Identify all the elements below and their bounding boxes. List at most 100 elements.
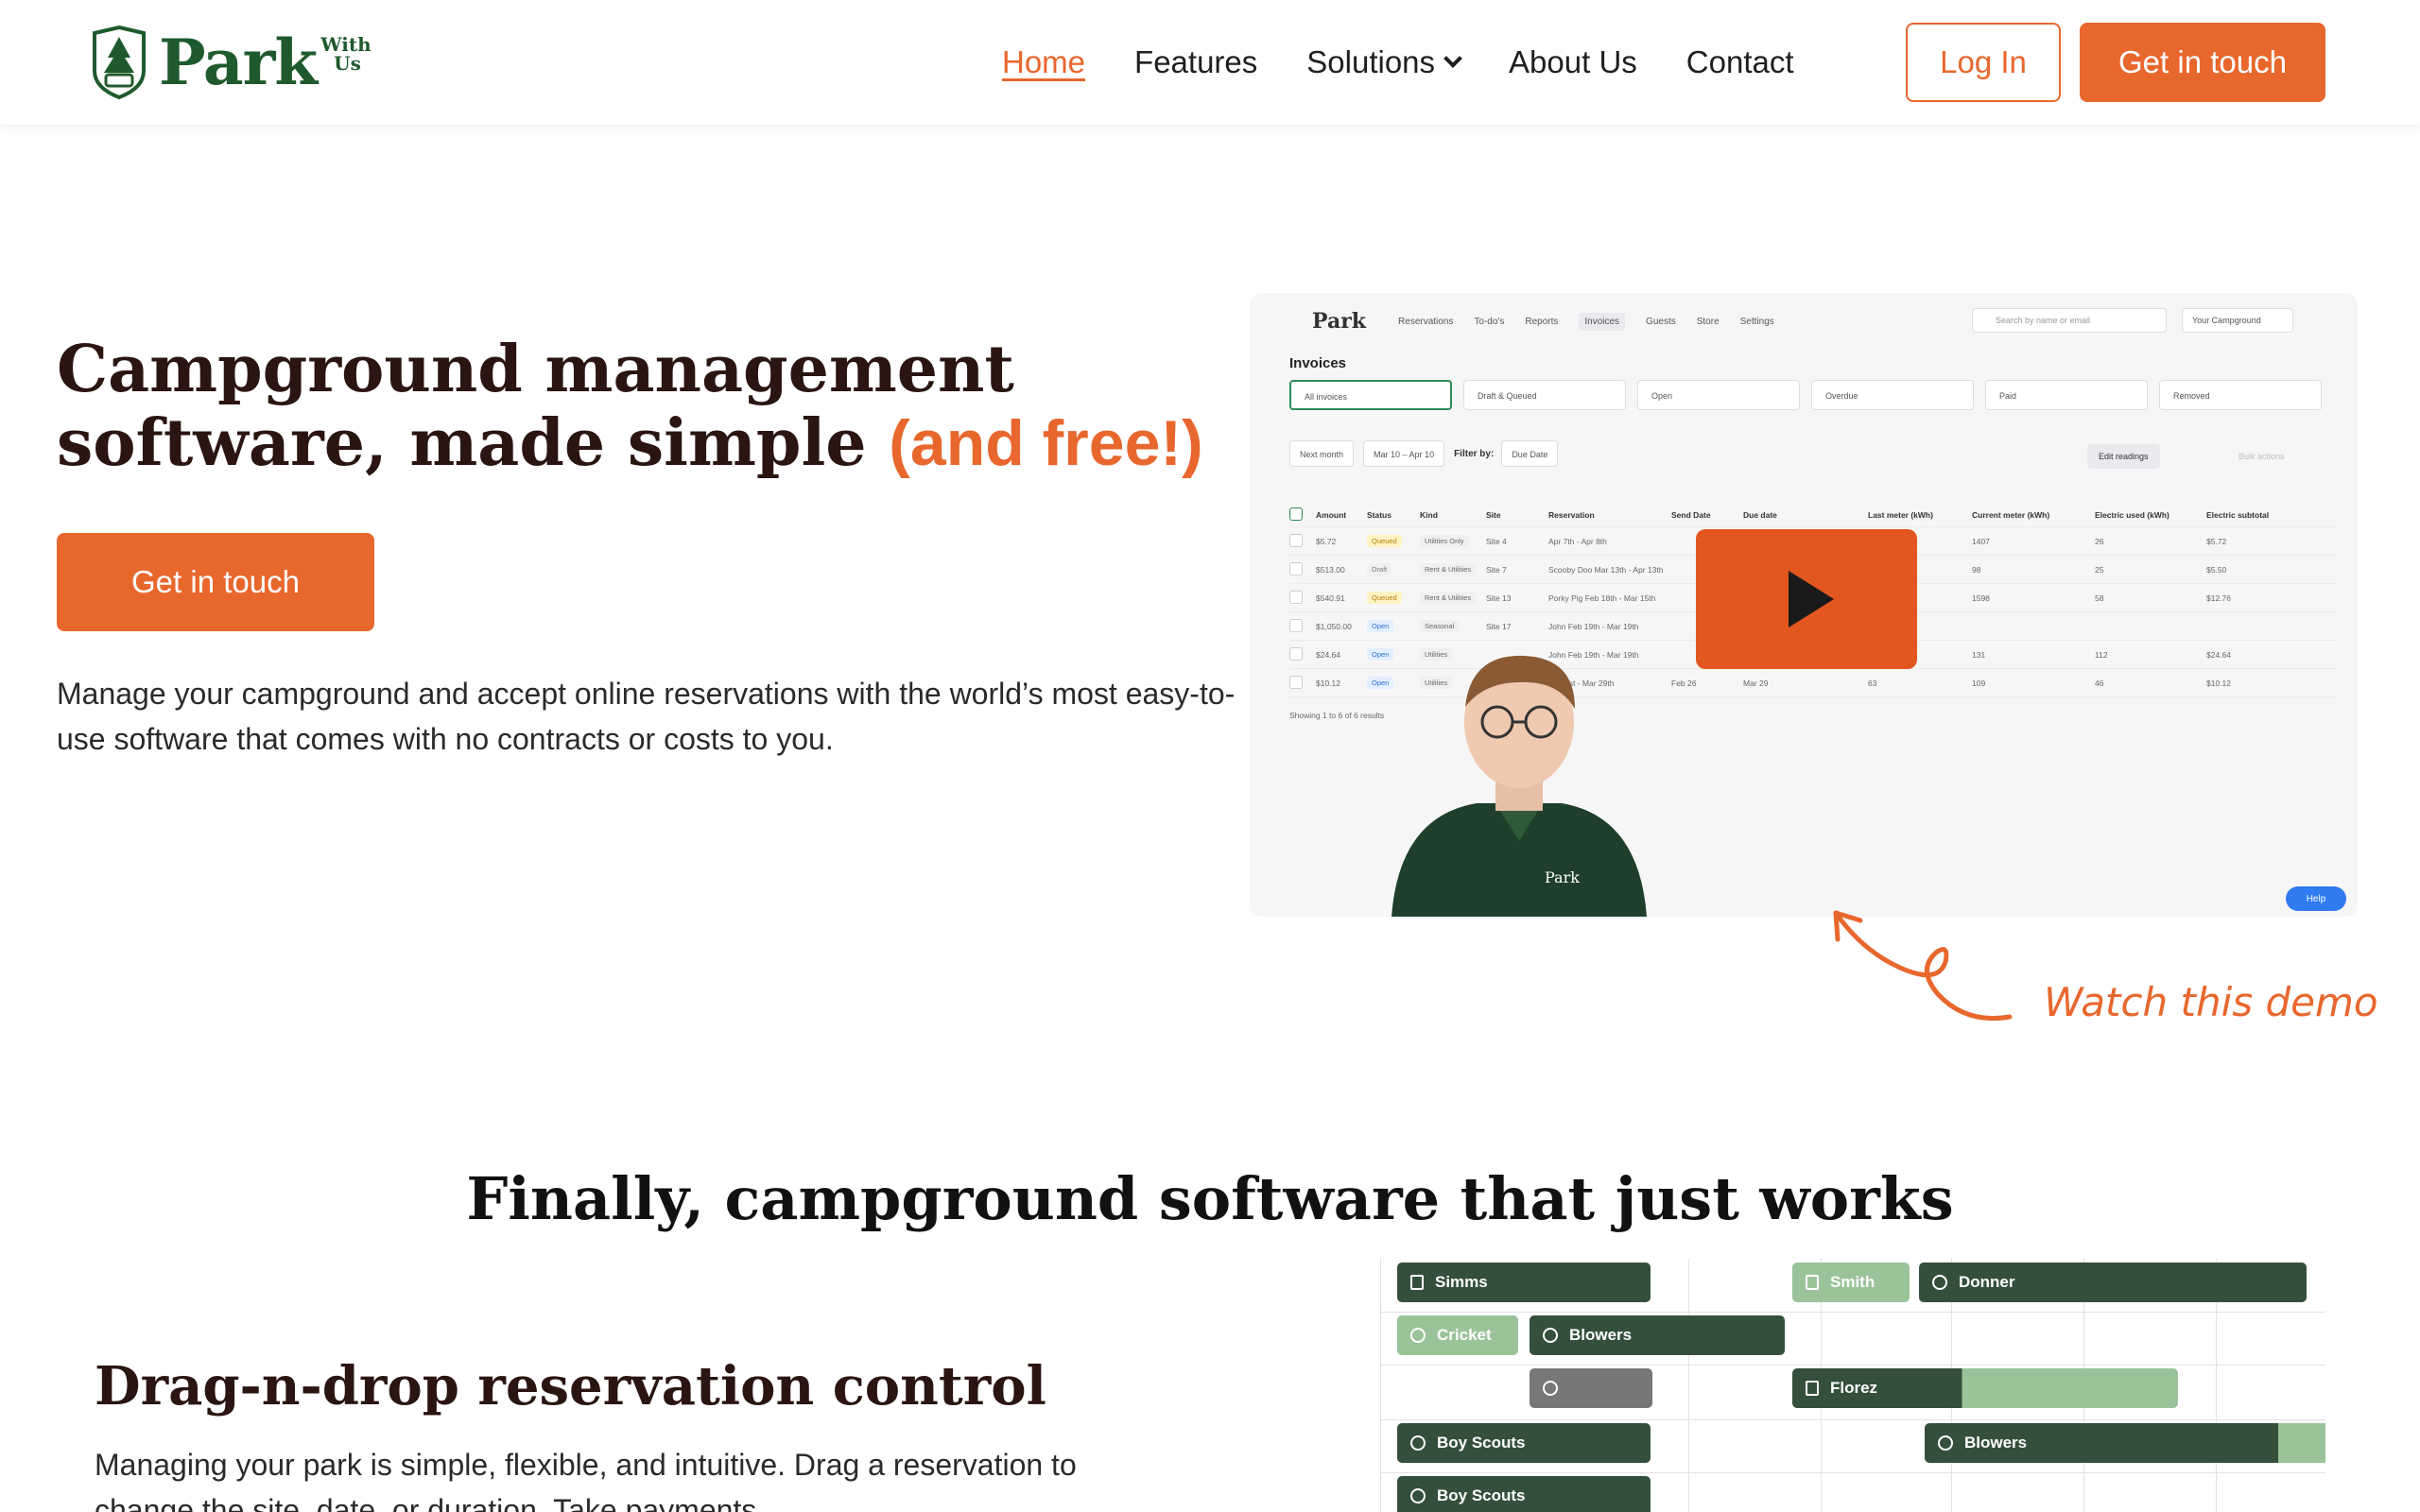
reservation-bar[interactable]: [1530, 1368, 1652, 1408]
nav-about[interactable]: About Us: [1509, 44, 1637, 80]
bar-label: Cricket: [1437, 1326, 1492, 1344]
filter: Paid: [1985, 380, 2148, 410]
invoices-title: Invoices: [1289, 355, 1347, 371]
table-cell: 26: [2095, 536, 2104, 546]
nav-features[interactable]: Features: [1134, 44, 1257, 80]
bar-label: Donner: [1959, 1273, 2015, 1291]
table-cell: 63: [1868, 678, 1877, 688]
bar-label: Blowers: [1964, 1434, 2028, 1452]
table-cell: $513.00: [1316, 564, 1345, 575]
checkbox: [1289, 533, 1303, 547]
col-header: Send Date: [1671, 509, 1711, 520]
reservation-bar[interactable]: Florez: [1792, 1368, 2178, 1408]
reservation-bar[interactable]: Smith: [1792, 1263, 1910, 1302]
table-cell: 1598: [1972, 593, 1990, 603]
col-header: Due date: [1743, 509, 1777, 520]
col-header: Reservation: [1548, 509, 1595, 520]
globe-icon: [1543, 1328, 1558, 1343]
results-count: Showing 1 to 6 of 6 results: [1289, 711, 1385, 720]
app-tab: Invoices: [1579, 312, 1626, 331]
grid-line: [1380, 1419, 2325, 1420]
park-logo-icon: [93, 26, 146, 99]
logo-wordmark: Park: [159, 26, 318, 99]
filter-by-label: Filter by:: [1454, 449, 1495, 459]
bar-label: Blowers: [1569, 1326, 1633, 1344]
nav-solutions[interactable]: Solutions: [1306, 44, 1462, 80]
table-cell: $5.50: [2206, 564, 2227, 575]
checkbox: [1289, 507, 1303, 521]
col-header: Kind: [1420, 509, 1438, 520]
bulk-actions: Bulk actions: [2238, 452, 2285, 461]
reservation-calendar: Simms Smith Donner Cricket Blowers Flore…: [1380, 1259, 2325, 1512]
checkbox: [1289, 618, 1303, 632]
table-cell: Porky Pig Feb 18th - Mar 15th: [1548, 593, 1656, 603]
play-button[interactable]: [1696, 529, 1917, 669]
group-icon: [1410, 1435, 1426, 1451]
nav-get-in-touch-button[interactable]: Get in touch: [2080, 23, 2325, 102]
hero-title: Campground management software, made sim…: [57, 333, 1248, 480]
document-icon: [1806, 1381, 1819, 1396]
table-cell: Apr 7th - Apr 8th: [1548, 536, 1607, 546]
play-icon: [1789, 571, 1834, 627]
checkbox: [1289, 561, 1303, 576]
globe-icon: [1932, 1275, 1947, 1290]
demo-video[interactable]: Park Reservations To-do's Reports Invoic…: [1250, 293, 2358, 917]
nav-contact[interactable]: Contact: [1686, 44, 1794, 80]
col-header: Electric subtotal: [2206, 509, 2270, 520]
col-header: Status: [1367, 509, 1392, 520]
blocked-icon: [1543, 1381, 1558, 1396]
filter: Overdue: [1811, 380, 1974, 410]
bar-label: Boy Scouts: [1437, 1486, 1526, 1504]
table-cell: $24.64: [2206, 649, 2231, 660]
grid-line: [1688, 1259, 1689, 1512]
app-campground-select: Your Campground: [2182, 308, 2293, 333]
reservation-bar[interactable]: Simms: [1397, 1263, 1651, 1302]
grid-line: [1380, 1472, 2325, 1473]
app-tab: Store: [1696, 316, 1720, 327]
hero-get-in-touch-button[interactable]: Get in touch: [57, 533, 374, 631]
logo-tagline: With Us: [320, 35, 372, 73]
group-icon: [1410, 1488, 1426, 1503]
table-cell: Feb 26: [1671, 678, 1697, 688]
table-cell: Scooby Doo Mar 13th - Apr 13th: [1548, 564, 1664, 575]
reservation-bar[interactable]: Boy Scouts: [1397, 1423, 1651, 1463]
table-cell: 131: [1972, 649, 1986, 660]
bar-label: Simms: [1435, 1273, 1488, 1291]
col-header: Electric used (kWh): [2095, 509, 2169, 520]
table-cell: $540.91: [1316, 593, 1345, 603]
reservation-bar[interactable]: Blowers: [1925, 1423, 2325, 1463]
table-cell: 98: [1972, 564, 1981, 575]
nav-home[interactable]: Home: [1002, 44, 1085, 80]
hero-title-accent: (and free!): [889, 407, 1203, 479]
table-cell: Draft: [1367, 563, 1420, 576]
nav-links: Home Features Solutions About Us Contact: [1002, 0, 1843, 125]
feature-description: Managing your park is simple, flexible, …: [95, 1448, 1077, 1512]
table-cell: $12.76: [2206, 593, 2231, 603]
table-header: Amount Status Kind Site Reservation Send…: [1289, 503, 2339, 527]
table-cell: Rent & Utilities: [1420, 592, 1486, 604]
reservation-bar[interactable]: Donner: [1919, 1263, 2307, 1302]
table-cell: $10.12: [1316, 678, 1340, 688]
login-button[interactable]: Log In: [1906, 23, 2061, 102]
logo[interactable]: Park With Us: [91, 23, 372, 102]
due-date-select: Due Date: [1501, 440, 1559, 467]
reservation-bar[interactable]: Cricket: [1397, 1315, 1518, 1355]
app-tab: Guests: [1646, 316, 1676, 327]
table-cell: Utilities Only: [1420, 535, 1486, 547]
bar-label: Florez: [1830, 1379, 1878, 1397]
app-search: Search by name or email: [1972, 308, 2167, 333]
curved-arrow-icon: [1833, 910, 2013, 1022]
section-title: Finally, campground software that just w…: [466, 1164, 1954, 1233]
app-tab: To-do's: [1474, 316, 1505, 327]
table-cell: $10.12: [2206, 678, 2231, 688]
edit-readings: Edit readings: [2087, 444, 2160, 469]
invoice-filters: All invoices Draft & Queued Open Overdue…: [1289, 380, 2333, 410]
reservation-bar[interactable]: Boy Scouts: [1397, 1476, 1651, 1512]
table-cell: Mar 29: [1743, 678, 1769, 688]
reservation-bar[interactable]: Blowers: [1530, 1315, 1785, 1355]
shirt-logo: Park: [1545, 868, 1580, 886]
app-tab: Settings: [1739, 316, 1774, 327]
chevron-down-icon: [1443, 49, 1462, 68]
grid-line: [1380, 1365, 2325, 1366]
invoice-tools: Next month Mar 10 – Apr 10 Filter by: Du…: [1289, 440, 1567, 467]
